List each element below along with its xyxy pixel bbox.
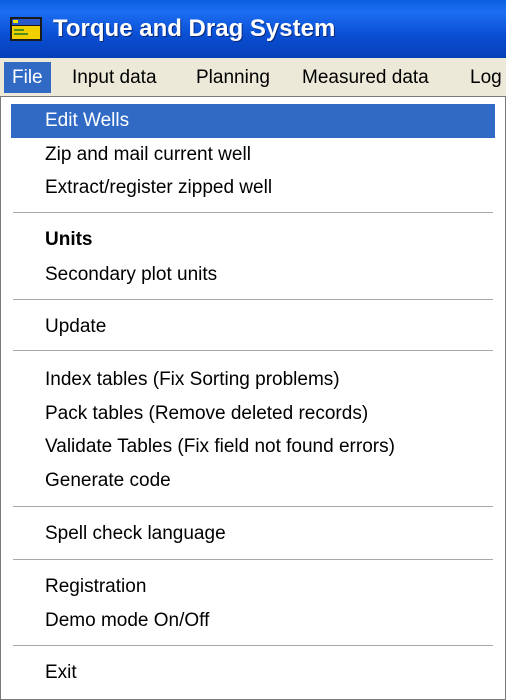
menu-separator (13, 506, 493, 507)
menu-separator (13, 350, 493, 351)
menu-log[interactable]: Log (462, 62, 506, 93)
menu-item-pack-tables[interactable]: Pack tables (Remove deleted records) (11, 397, 495, 431)
menu-separator (13, 299, 493, 300)
menu-separator (13, 212, 493, 213)
menu-item-update[interactable]: Update (11, 310, 495, 344)
menu-item-edit-wells[interactable]: Edit Wells (11, 104, 495, 138)
menu-item-spell-check-language[interactable]: Spell check language (11, 517, 495, 551)
menu-bar: File Input data Planning Measured data L… (0, 58, 506, 99)
menu-item-index-tables[interactable]: Index tables (Fix Sorting problems) (11, 363, 495, 397)
menu-item-units[interactable]: Units (11, 223, 495, 257)
menu-item-validate-tables[interactable]: Validate Tables (Fix field not found err… (11, 430, 495, 464)
menu-measured-data[interactable]: Measured data (294, 62, 437, 93)
file-menu-dropdown: Edit Wells Zip and mail current well Ext… (0, 96, 506, 700)
menu-planning[interactable]: Planning (188, 62, 278, 93)
menu-separator (13, 645, 493, 646)
menu-item-secondary-plot-units[interactable]: Secondary plot units (11, 258, 495, 292)
menu-item-registration[interactable]: Registration (11, 570, 495, 604)
app-window-icon (10, 17, 42, 41)
menu-item-exit[interactable]: Exit (11, 656, 495, 690)
menu-item-generate-code[interactable]: Generate code (11, 464, 495, 498)
menu-separator (13, 559, 493, 560)
menu-item-demo-mode[interactable]: Demo mode On/Off (11, 604, 495, 638)
window-title: Torque and Drag System (53, 15, 336, 42)
menu-file[interactable]: File (4, 62, 51, 93)
menu-item-zip-and-mail[interactable]: Zip and mail current well (11, 138, 495, 172)
menu-item-extract-register[interactable]: Extract/register zipped well (11, 171, 495, 205)
title-bar[interactable]: Torque and Drag System (0, 0, 506, 59)
menu-input-data[interactable]: Input data (64, 62, 165, 93)
